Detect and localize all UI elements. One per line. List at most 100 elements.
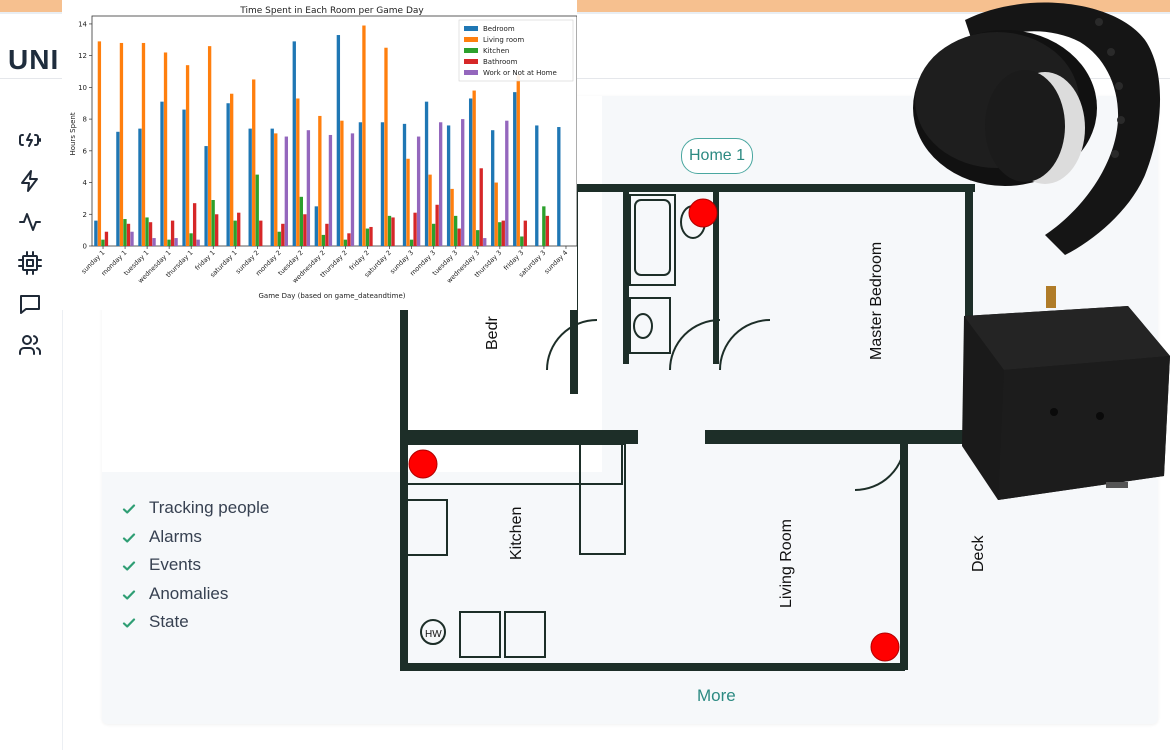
- chart-legend-label: Work or Not at Home: [483, 69, 557, 77]
- chart-bar: [123, 219, 127, 246]
- chart-bar: [130, 231, 134, 246]
- check-icon: [122, 530, 136, 544]
- chart-bar: [101, 239, 105, 246]
- chart-bar: [321, 234, 326, 246]
- sidebar-item-users[interactable]: [14, 329, 46, 361]
- chart-bar: [303, 214, 307, 246]
- chart-y-tick-label: 10: [78, 84, 87, 92]
- check-icon: [122, 587, 136, 601]
- chart-bar: [402, 123, 407, 246]
- chart-bar: [255, 174, 259, 246]
- sidebar-item-activity[interactable]: [14, 206, 46, 238]
- chart-bar: [160, 101, 164, 246]
- chart-bar: [438, 122, 443, 246]
- chart-bar: [483, 238, 487, 246]
- chart-bar: [163, 52, 168, 246]
- chart-bar: [215, 214, 219, 246]
- chart-bar: [174, 238, 178, 246]
- chart-bar: [138, 128, 142, 246]
- wristband-device-image: [913, 2, 1161, 255]
- chart-bar: [413, 212, 417, 246]
- chart-bar: [325, 223, 329, 246]
- chart-bar: [211, 200, 215, 246]
- chart-bar: [185, 65, 190, 246]
- chart-legend-swatch: [464, 70, 478, 75]
- chart-bar: [340, 120, 344, 246]
- chart-bar: [557, 127, 561, 246]
- sensor-kitchen[interactable]: [408, 449, 438, 479]
- chart-legend-label: Bathroom: [483, 58, 518, 66]
- chart-bar: [542, 206, 546, 246]
- sensor-bathroom[interactable]: [688, 198, 718, 228]
- chart-bar: [116, 131, 120, 246]
- chart-bar: [479, 168, 483, 246]
- home-selector-pill[interactable]: Home 1: [681, 138, 753, 174]
- chart-y-tick-label: 2: [83, 211, 87, 219]
- feature-item: Alarms: [122, 523, 269, 552]
- brand-logo[interactable]: UNI: [8, 44, 59, 76]
- sidebar-item-devices[interactable]: [14, 247, 46, 279]
- chart-bar: [391, 217, 395, 246]
- chart-bar: [535, 125, 539, 246]
- chart-bar: [545, 215, 550, 246]
- sidebar-item-battery[interactable]: [14, 124, 46, 156]
- chart-bar: [119, 42, 124, 247]
- chart-bar: [141, 42, 146, 247]
- chart-bar: [189, 233, 193, 246]
- chart-legend-swatch: [464, 59, 478, 64]
- chart-bar: [365, 228, 370, 246]
- feature-list: Tracking people Alarms Events Anomalies …: [122, 494, 269, 637]
- sensor-living-room[interactable]: [870, 632, 900, 662]
- chart-bar: [498, 222, 502, 246]
- chart-legend-label: Living room: [483, 36, 524, 44]
- chart-bar: [494, 182, 498, 246]
- hub-device-image: [962, 286, 1170, 500]
- chart-bar: [207, 46, 212, 246]
- feature-item: Tracking people: [122, 494, 269, 523]
- chart-bar: [424, 101, 429, 246]
- room-label-kitchen: Kitchen: [508, 507, 525, 560]
- water-heater-label: HW: [425, 629, 442, 640]
- chart-legend-swatch: [464, 48, 478, 53]
- room-label-bedroom: Bedr: [484, 316, 501, 350]
- chart-bar: [167, 239, 171, 246]
- chart-bar: [226, 103, 230, 246]
- chart-bar: [182, 109, 186, 246]
- chart-bar: [347, 233, 351, 246]
- chart-bar: [457, 228, 461, 246]
- chart-y-tick-label: 12: [78, 52, 87, 60]
- check-icon: [122, 615, 136, 629]
- sidebar-item-messages[interactable]: [14, 288, 46, 320]
- chart-bar: [491, 130, 495, 246]
- chart-y-tick-label: 6: [83, 147, 88, 155]
- room-label-living-room: Living Room: [778, 519, 795, 608]
- chart-y-tick-label: 0: [83, 243, 87, 251]
- chart-bar: [192, 203, 197, 246]
- feature-label: Events: [149, 555, 201, 575]
- chart-bar: [248, 128, 252, 246]
- chart-y-axis-label: Hours Spent: [69, 112, 77, 155]
- chart-bar: [446, 125, 451, 246]
- feature-item: Events: [122, 551, 269, 580]
- chart-bar: [259, 220, 263, 246]
- chart-title: Time Spent in Each Room per Game Day: [239, 6, 424, 16]
- chart-bar: [148, 222, 153, 246]
- chart-bar: [299, 196, 303, 246]
- chart-bar: [318, 115, 322, 247]
- check-icon: [122, 501, 136, 515]
- chart-bar: [406, 158, 410, 246]
- chart-bar: [468, 98, 473, 246]
- chart-bar: [409, 239, 414, 246]
- room-label-master-bedroom: Master Bedroom: [868, 242, 885, 360]
- feature-label: Alarms: [149, 526, 202, 546]
- chart-bar: [233, 220, 237, 246]
- chart-y-tick-label: 14: [78, 20, 87, 28]
- more-link[interactable]: More: [697, 686, 736, 706]
- chart-legend-label: Kitchen: [483, 47, 509, 55]
- feature-label: Anomalies: [149, 583, 229, 603]
- chart-bar: [274, 133, 278, 246]
- chart-bar: [328, 134, 333, 246]
- sidebar-item-energy[interactable]: [14, 165, 46, 197]
- room-label-deck: Deck: [970, 535, 987, 572]
- chart-bar: [380, 122, 385, 246]
